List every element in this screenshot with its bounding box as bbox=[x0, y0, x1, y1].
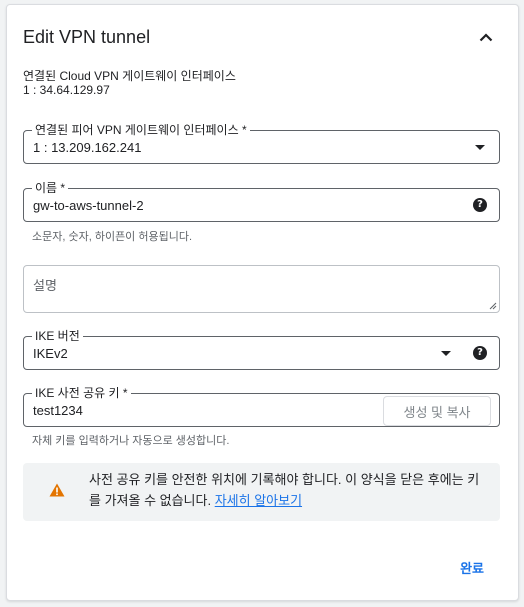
name-hint: 소문자, 숫자, 하이픈이 허용됩니다. bbox=[32, 231, 193, 243]
description-placeholder: 설명 bbox=[33, 278, 57, 293]
dropdown-caret-icon bbox=[441, 351, 451, 356]
cloud-gateway-value: 1 : 34.64.129.97 bbox=[23, 83, 110, 97]
description-field[interactable]: 설명 bbox=[23, 265, 500, 313]
done-button[interactable]: 완료 bbox=[460, 558, 484, 577]
resize-handle-icon[interactable] bbox=[489, 302, 497, 310]
ike-key-value: test1234 bbox=[33, 403, 83, 418]
name-value: gw-to-aws-tunnel-2 bbox=[33, 198, 144, 213]
collapse-button[interactable] bbox=[474, 25, 498, 49]
peer-gateway-label: 연결된 피어 VPN 게이트웨이 인터페이스 * bbox=[32, 123, 250, 137]
panel-header: Edit VPN tunnel bbox=[23, 25, 502, 49]
name-field[interactable]: 이름 * gw-to-aws-tunnel-2 ? bbox=[23, 181, 500, 222]
warning-icon bbox=[49, 483, 65, 497]
help-icon[interactable]: ? bbox=[473, 198, 487, 212]
warning-message: 사전 공유 키를 안전한 위치에 기록해야 합니다. 이 양식을 닫은 후에는 … bbox=[89, 469, 485, 511]
dropdown-caret-icon bbox=[475, 145, 485, 150]
learn-more-link[interactable]: 자세히 알아보기 bbox=[215, 493, 302, 508]
warning-banner: 사전 공유 키를 안전한 위치에 기록해야 합니다. 이 양식을 닫은 후에는 … bbox=[23, 463, 500, 521]
peer-gateway-select[interactable]: 연결된 피어 VPN 게이트웨이 인터페이스 * 1 : 13.209.162.… bbox=[23, 123, 500, 164]
help-icon[interactable]: ? bbox=[473, 346, 487, 360]
ike-key-hint: 자체 키를 입력하거나 자동으로 생성합니다. bbox=[32, 435, 230, 447]
name-label: 이름 * bbox=[32, 181, 69, 195]
ike-key-label: IKE 사전 공유 키 * bbox=[32, 386, 131, 400]
peer-gateway-value: 1 : 13.209.162.241 bbox=[33, 140, 142, 155]
panel-title: Edit VPN tunnel bbox=[23, 27, 151, 47]
chevron-up-icon bbox=[479, 32, 493, 41]
ike-version-label: IKE 버전 bbox=[32, 329, 83, 343]
cloud-gateway-label: 연결된 Cloud VPN 게이트웨이 인터페이스 bbox=[23, 69, 236, 83]
ike-version-select[interactable]: IKE 버전 IKEv2 ? bbox=[23, 329, 500, 370]
edit-vpn-tunnel-panel: Edit VPN tunnel 연결된 Cloud VPN 게이트웨이 인터페이… bbox=[6, 4, 519, 601]
generate-copy-button[interactable]: 생성 및 복사 bbox=[383, 396, 491, 426]
ike-version-value: IKEv2 bbox=[33, 346, 68, 361]
ike-key-field[interactable]: IKE 사전 공유 키 * test1234 생성 및 복사 bbox=[23, 386, 500, 427]
